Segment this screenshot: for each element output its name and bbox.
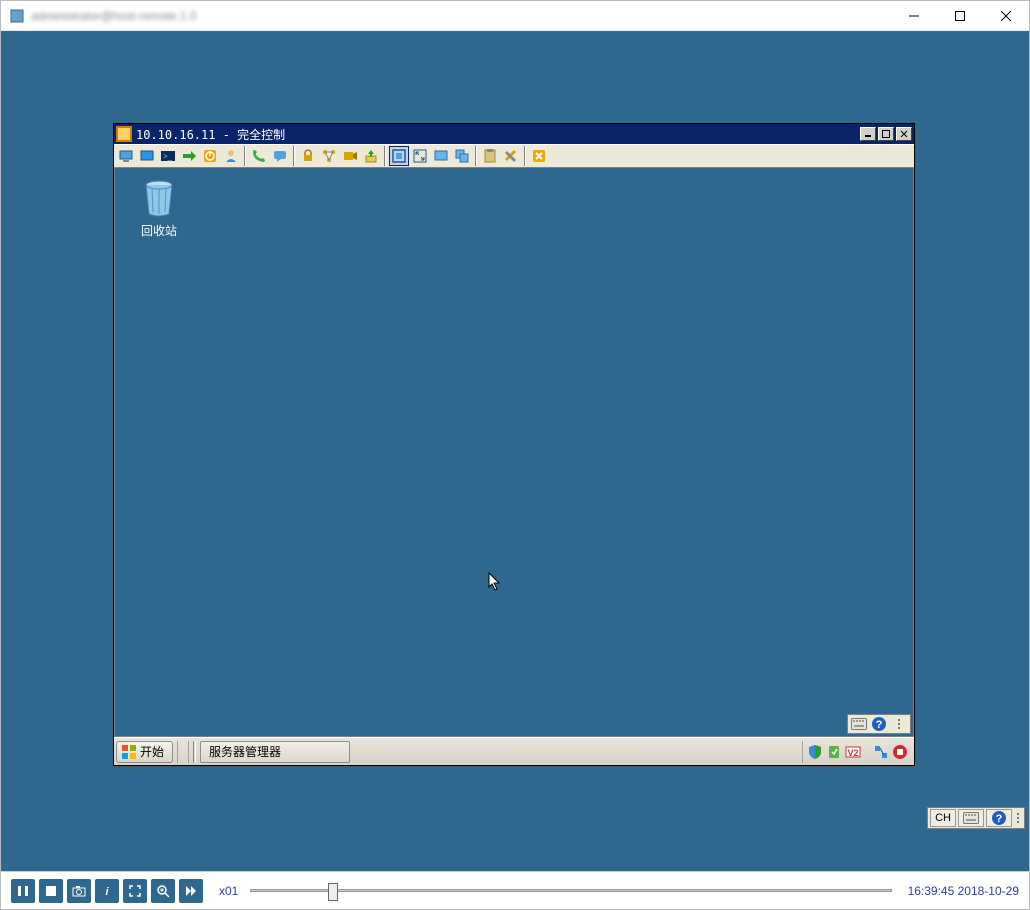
tb-monitor-icon[interactable] — [116, 146, 136, 166]
tray-shield-icon[interactable] — [807, 744, 823, 760]
remote-titlebar: 10.10.16.11 - 完全控制 — [114, 124, 914, 144]
playback-bar: i x01 16:39:45 2018-10-29 — [1, 871, 1029, 909]
tb-lock-icon[interactable] — [298, 146, 318, 166]
toolbar-separator — [293, 146, 295, 166]
tb-actual-size-icon[interactable] — [389, 146, 409, 166]
stop-button[interactable] — [39, 879, 63, 903]
toolbar-separator — [524, 146, 526, 166]
tb-terminal-icon[interactable]: >_ — [158, 146, 178, 166]
pause-button[interactable] — [11, 879, 35, 903]
tb-window-icon[interactable] — [431, 146, 451, 166]
start-label: 开始 — [140, 743, 164, 760]
taskbar-separator — [193, 741, 196, 763]
keyboard-button[interactable] — [958, 809, 984, 827]
remote-window-controls — [858, 127, 912, 141]
tb-fit-icon[interactable] — [410, 146, 430, 166]
menu-grip-icon[interactable] — [890, 716, 908, 732]
taskbar-app-button[interactable]: 服务器管理器 — [200, 741, 350, 763]
outer-float-bar: CH ? — [927, 807, 1025, 829]
svg-text:i: i — [105, 886, 109, 898]
playback-slider[interactable] — [250, 881, 891, 901]
toolbar-separator — [475, 146, 477, 166]
tb-exit-icon[interactable] — [529, 146, 549, 166]
playback-speed: x01 — [219, 884, 238, 898]
tb-transfer-icon[interactable] — [179, 146, 199, 166]
zoom-button[interactable] — [151, 879, 175, 903]
remote-window: 10.10.16.11 - 完全控制 >_ — [113, 123, 915, 766]
recycle-bin[interactable]: 回收站 — [129, 176, 189, 239]
recycle-bin-label: 回收站 — [141, 224, 177, 238]
remote-close-button[interactable] — [896, 127, 912, 141]
tb-record-icon[interactable] — [340, 146, 360, 166]
remote-toolbar: >_ — [114, 144, 914, 168]
tb-clipboard-icon[interactable] — [480, 146, 500, 166]
info-button[interactable]: i — [95, 879, 119, 903]
remote-app-icon — [116, 126, 132, 142]
remote-desktop[interactable]: 回收站 ? — [114, 168, 914, 737]
maximize-button[interactable] — [937, 1, 983, 31]
fullscreen-button[interactable] — [123, 879, 147, 903]
quick-launch — [177, 741, 189, 763]
tb-user-icon[interactable] — [221, 146, 241, 166]
slider-track — [250, 889, 891, 892]
tb-screen-icon[interactable] — [137, 146, 157, 166]
remote-taskbar: 开始 服务器管理器 V2 — [114, 737, 914, 765]
tray-vc-icon[interactable]: V2 — [845, 744, 861, 760]
fastforward-button[interactable] — [179, 879, 203, 903]
tray-stop-icon[interactable] — [892, 744, 908, 760]
svg-text:V2: V2 — [847, 748, 858, 758]
outer-content: 10.10.16.11 - 完全控制 >_ — [1, 31, 1029, 871]
svg-text:>_: >_ — [163, 152, 173, 161]
keyboard-icon[interactable] — [850, 716, 868, 732]
taskbar-app-label: 服务器管理器 — [209, 743, 281, 760]
svg-text:?: ? — [996, 813, 1003, 825]
remote-maximize-button[interactable] — [878, 127, 894, 141]
tb-chat-icon[interactable] — [270, 146, 290, 166]
snapshot-button[interactable] — [67, 879, 91, 903]
outer-titlebar: administrator@host-remote.1.0 — [1, 1, 1029, 31]
grip-icon[interactable] — [1014, 809, 1022, 827]
system-tray: V2 — [802, 741, 912, 763]
window-controls — [891, 1, 1029, 31]
help-button[interactable]: ? — [986, 809, 1012, 827]
app-window: administrator@host-remote.1.0 10.10.16.1… — [0, 0, 1030, 910]
slider-thumb[interactable] — [328, 883, 338, 901]
tb-power-icon[interactable] — [200, 146, 220, 166]
minimize-button[interactable] — [891, 1, 937, 31]
start-button[interactable]: 开始 — [116, 741, 173, 763]
tray-action-icon[interactable] — [826, 744, 842, 760]
tb-network-icon[interactable] — [319, 146, 339, 166]
help-icon[interactable]: ? — [870, 716, 888, 732]
tb-upload-icon[interactable] — [361, 146, 381, 166]
remote-minimize-button[interactable] — [860, 127, 876, 141]
recycle-bin-icon — [138, 176, 180, 218]
windows-flag-icon — [121, 744, 137, 760]
toolbar-separator — [384, 146, 386, 166]
svg-text:?: ? — [876, 719, 883, 731]
playback-timestamp: 16:39:45 2018-10-29 — [908, 884, 1019, 898]
cursor-icon — [488, 572, 502, 597]
tray-network-icon[interactable] — [873, 744, 889, 760]
remote-float-bar: ? — [847, 714, 911, 734]
close-button[interactable] — [983, 1, 1029, 31]
language-button[interactable]: CH — [930, 809, 956, 827]
language-label: CH — [935, 812, 951, 824]
remote-title: 10.10.16.11 - 完全控制 — [136, 126, 858, 143]
app-title: administrator@host-remote.1.0 — [31, 9, 891, 23]
tb-settings-icon[interactable] — [501, 146, 521, 166]
tb-phone-icon[interactable] — [249, 146, 269, 166]
toolbar-separator — [244, 146, 246, 166]
app-icon — [9, 8, 25, 24]
tb-multiwindow-icon[interactable] — [452, 146, 472, 166]
